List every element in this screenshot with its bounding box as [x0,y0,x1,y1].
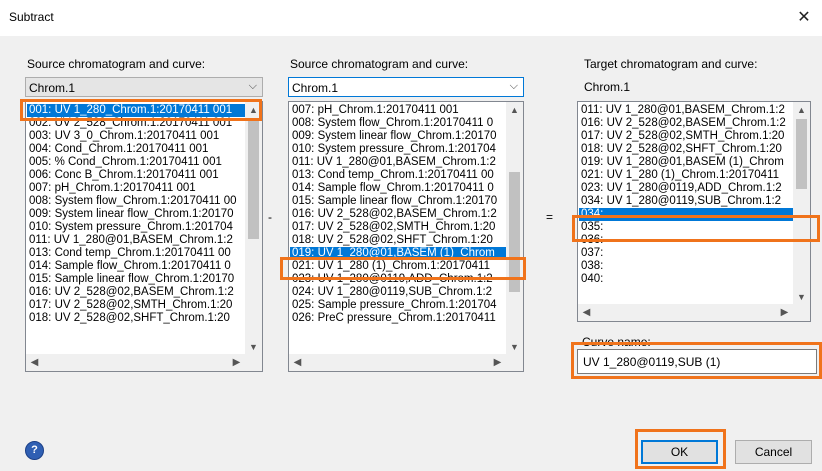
scroll-left-icon[interactable]: ◀ [578,304,595,321]
source2-list-item[interactable]: 015: Sample linear flow_Chrom.1:20170 [290,195,506,208]
target-list-item[interactable]: 021: UV 1_280 (1)_Chrom.1:20170411 [579,169,793,182]
source2-list-item[interactable]: 024: UV 1_280@0119,SUB_Chrom.1:2 [290,286,506,299]
source2-list-item[interactable]: 017: UV 2_528@02,SMTH_Chrom.1:20 [290,221,506,234]
target-list-item[interactable]: 038: [579,260,793,273]
target-vertical-scrollbar[interactable]: ▲ ▼ [793,102,810,306]
source1-list-item[interactable]: 014: Sample flow_Chrom.1:20170411 0 [27,260,245,273]
source2-horizontal-scrollbar[interactable]: ◀ ▶ [289,354,506,371]
chevron-down-icon: ⌵ [248,80,257,92]
scroll-right-icon[interactable]: ▶ [489,354,506,371]
source2-label: Source chromatogram and curve: [290,57,469,71]
source2-list-item[interactable]: 016: UV 2_528@02,BASEM_Chrom.1:2 [290,208,506,221]
scroll-up-icon[interactable]: ▲ [793,102,810,119]
highlight-box [571,342,822,379]
scroll-up-icon[interactable]: ▲ [506,102,523,119]
target-curve-list[interactable]: 011: UV 1_280@01,BASEM_Chrom.1:2 016: UV … [577,101,811,322]
source2-list-item[interactable]: 010: System pressure_Chrom.1:201704 [290,143,506,156]
scroll-left-icon[interactable]: ◀ [289,354,306,371]
source1-list-item[interactable]: 013: Cond temp_Chrom.1:20170411 00 [27,247,245,260]
highlight-box [280,257,526,280]
target-chromatogram: Chrom.1 [584,80,631,94]
source1-combo-value: Chrom.1 [29,81,76,95]
scroll-thumb[interactable] [248,119,259,239]
target-list-item[interactable]: 037: [579,247,793,260]
source1-list-item[interactable]: 006: Conc B_Chrom.1:20170411 001 [27,169,245,182]
source1-list-item[interactable]: 015: Sample linear flow_Chrom.1:20170 [27,273,245,286]
target-list-item[interactable]: 023: UV 1_280@0119,ADD_Chrom.1:2 [579,182,793,195]
equals-sign: = [546,210,554,224]
source1-list-item[interactable]: 008: System flow_Chrom.1:20170411 00 [27,195,245,208]
chevron-down-icon: ⌵ [509,80,518,92]
scroll-thumb[interactable] [796,119,807,189]
source1-horizontal-scrollbar[interactable]: ◀ ▶ [26,354,245,371]
source1-list-item[interactable]: 017: UV 2_528@02,SMTH_Chrom.1:20 [27,299,245,312]
source2-list-item[interactable]: 014: Sample flow_Chrom.1:20170411 0 [290,182,506,195]
source2-list-item[interactable]: 007: pH_Chrom.1:20170411 001 [290,104,506,117]
minus-sign: - [268,210,272,224]
source2-list-item[interactable]: 009: System linear flow_Chrom.1:20170 [290,130,506,143]
target-list-item[interactable]: 018: UV 2_528@02,SHFT_Chrom.1:20 [579,143,793,156]
source1-list-item[interactable]: 018: UV 2_528@02,SHFT_Chrom.1:20 [27,312,245,325]
source1-list-item[interactable]: 011: UV 1_280@01,BASEM_Chrom.1:2 [27,234,245,247]
scroll-right-icon[interactable]: ▶ [228,354,245,371]
source2-combo[interactable]: Chrom.1 ⌵ [288,77,524,97]
target-list-item[interactable]: 016: UV 2_528@02,BASEM_Chrom.1:2 [579,117,793,130]
source1-list-item[interactable]: 009: System linear flow_Chrom.1:20170 [27,208,245,221]
target-list-item[interactable]: 011: UV 1_280@01,BASEM_Chrom.1:2 [579,104,793,117]
source1-combo[interactable]: Chrom.1 ⌵ [25,77,263,97]
source1-vertical-scrollbar[interactable]: ▲ ▼ [245,102,262,356]
source1-list-item[interactable]: 016: UV 2_528@02,BASEM_Chrom.1:2 [27,286,245,299]
highlight-box [20,99,262,121]
source1-list-item[interactable]: 003: UV 3_0_Chrom.1:20170411 001 [27,130,245,143]
source2-list-item[interactable]: 013: Cond temp_Chrom.1:20170411 00 [290,169,506,182]
target-label: Target chromatogram and curve: [584,57,758,71]
source1-list-item[interactable]: 010: System pressure_Chrom.1:201704 [27,221,245,234]
target-list-item[interactable]: 040: [579,273,793,286]
target-horizontal-scrollbar[interactable]: ◀ ▶ [578,304,793,321]
close-icon[interactable]: ✕ [790,4,818,32]
highlight-box [635,429,726,469]
target-list-item[interactable]: 034: UV 1_280@0119,SUB_Chrom.1:2 [579,195,793,208]
source2-curve-list[interactable]: 007: pH_Chrom.1:20170411 001 008: System … [288,101,524,372]
window-title: Subtract [9,10,54,24]
source2-vertical-scrollbar[interactable]: ▲ ▼ [506,102,523,356]
source2-list-item[interactable]: 018: UV 2_528@02,SHFT_Chrom.1:20 [290,234,506,247]
source1-list-item[interactable]: 007: pH_Chrom.1:20170411 001 [27,182,245,195]
source1-curve-list[interactable]: 001: UV 1_280_Chrom.1:20170411 001 002: U… [25,101,263,372]
title-bar: Subtract ✕ [0,0,822,36]
cancel-button[interactable]: Cancel [735,440,812,464]
source1-label: Source chromatogram and curve: [27,57,206,71]
scroll-right-icon[interactable]: ▶ [776,304,793,321]
source2-list-item[interactable]: 025: Sample pressure_Chrom.1:201704 [290,299,506,312]
source2-list-item[interactable]: 008: System flow_Chrom.1:20170411 0 [290,117,506,130]
source2-list-item[interactable]: 026: PreC pressure_Chrom.1:20170411 [290,312,506,325]
target-list-item[interactable]: 017: UV 2_528@02,SMTH_Chrom.1:20 [579,130,793,143]
scroll-left-icon[interactable]: ◀ [26,354,43,371]
source1-list-item[interactable]: 004: Cond_Chrom.1:20170411 001 [27,143,245,156]
source2-list-item[interactable]: 011: UV 1_280@01,BASEM_Chrom.1:2 [290,156,506,169]
source2-combo-value: Chrom.1 [292,81,339,95]
source1-list-item[interactable]: 005: % Cond_Chrom.1:20170411 001 [27,156,245,169]
target-list-item[interactable]: 019: UV 1_280@01,BASEM (1)_Chrom [579,156,793,169]
highlight-box [572,215,820,242]
help-icon[interactable]: ? [25,441,44,460]
